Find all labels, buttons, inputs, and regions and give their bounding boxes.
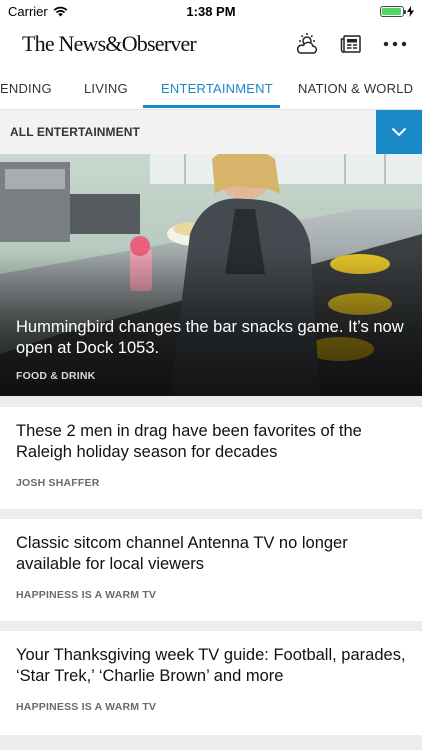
charging-bolt-icon	[407, 5, 414, 17]
battery-level	[382, 7, 401, 15]
hero-article[interactable]: Hummingbird changes the bar snacks game.…	[0, 154, 422, 396]
header-actions	[294, 31, 408, 57]
article-headline[interactable]: Classic sitcom channel Antenna TV no lon…	[16, 533, 406, 575]
hero-gradient-overlay	[0, 154, 422, 396]
e-edition-icon[interactable]	[338, 31, 364, 57]
chevron-down-icon	[391, 127, 407, 137]
article-category-tag[interactable]: HAPPINESS IS A WARM TV	[16, 589, 406, 601]
article-category-tag[interactable]: HAPPINESS IS A WARM TV	[16, 701, 406, 713]
section-dropdown-button[interactable]	[376, 110, 422, 154]
tab-entertainment[interactable]: ENTERTAINMENT	[161, 66, 273, 110]
weather-icon[interactable]	[294, 31, 320, 57]
article-headline[interactable]: These 2 men in drag have been favorites …	[16, 421, 406, 463]
status-left: Carrier	[8, 4, 68, 19]
hero-category-tag[interactable]: FOOD & DRINK	[16, 370, 95, 382]
section-tabs: ENDING LIVING ENTERTAINMENT NATION & WOR…	[0, 66, 422, 110]
hero-headline[interactable]: Hummingbird changes the bar snacks game.…	[16, 317, 406, 359]
battery-icon	[380, 5, 406, 17]
status-time: 1:38 PM	[186, 3, 236, 19]
article-card[interactable]: These 2 men in drag have been favorites …	[0, 407, 422, 509]
section-title: ALL ENTERTAINMENT	[10, 125, 140, 139]
tab-nation-world[interactable]: NATION & WORLD	[298, 66, 413, 110]
app-logo[interactable]: The News&Observer	[22, 31, 197, 57]
more-icon[interactable]	[382, 31, 408, 57]
carrier-label: Carrier	[8, 3, 48, 19]
tab-living[interactable]: LIVING	[84, 66, 128, 110]
active-tab-indicator	[143, 105, 280, 108]
section-filter-bar[interactable]: ALL ENTERTAINMENT	[0, 110, 422, 154]
article-headline[interactable]: Your Thanksgiving week TV guide: Footbal…	[16, 645, 406, 687]
status-right	[380, 5, 414, 17]
wifi-icon	[53, 6, 68, 16]
article-byline[interactable]: JOSH SHAFFER	[16, 477, 406, 489]
app-header: The News&Observer	[0, 22, 422, 66]
tab-trending[interactable]: ENDING	[0, 66, 52, 110]
article-card[interactable]: Your Thanksgiving week TV guide: Footbal…	[0, 631, 422, 735]
article-card[interactable]: Classic sitcom channel Antenna TV no lon…	[0, 519, 422, 621]
status-bar: Carrier 1:38 PM	[0, 0, 422, 22]
